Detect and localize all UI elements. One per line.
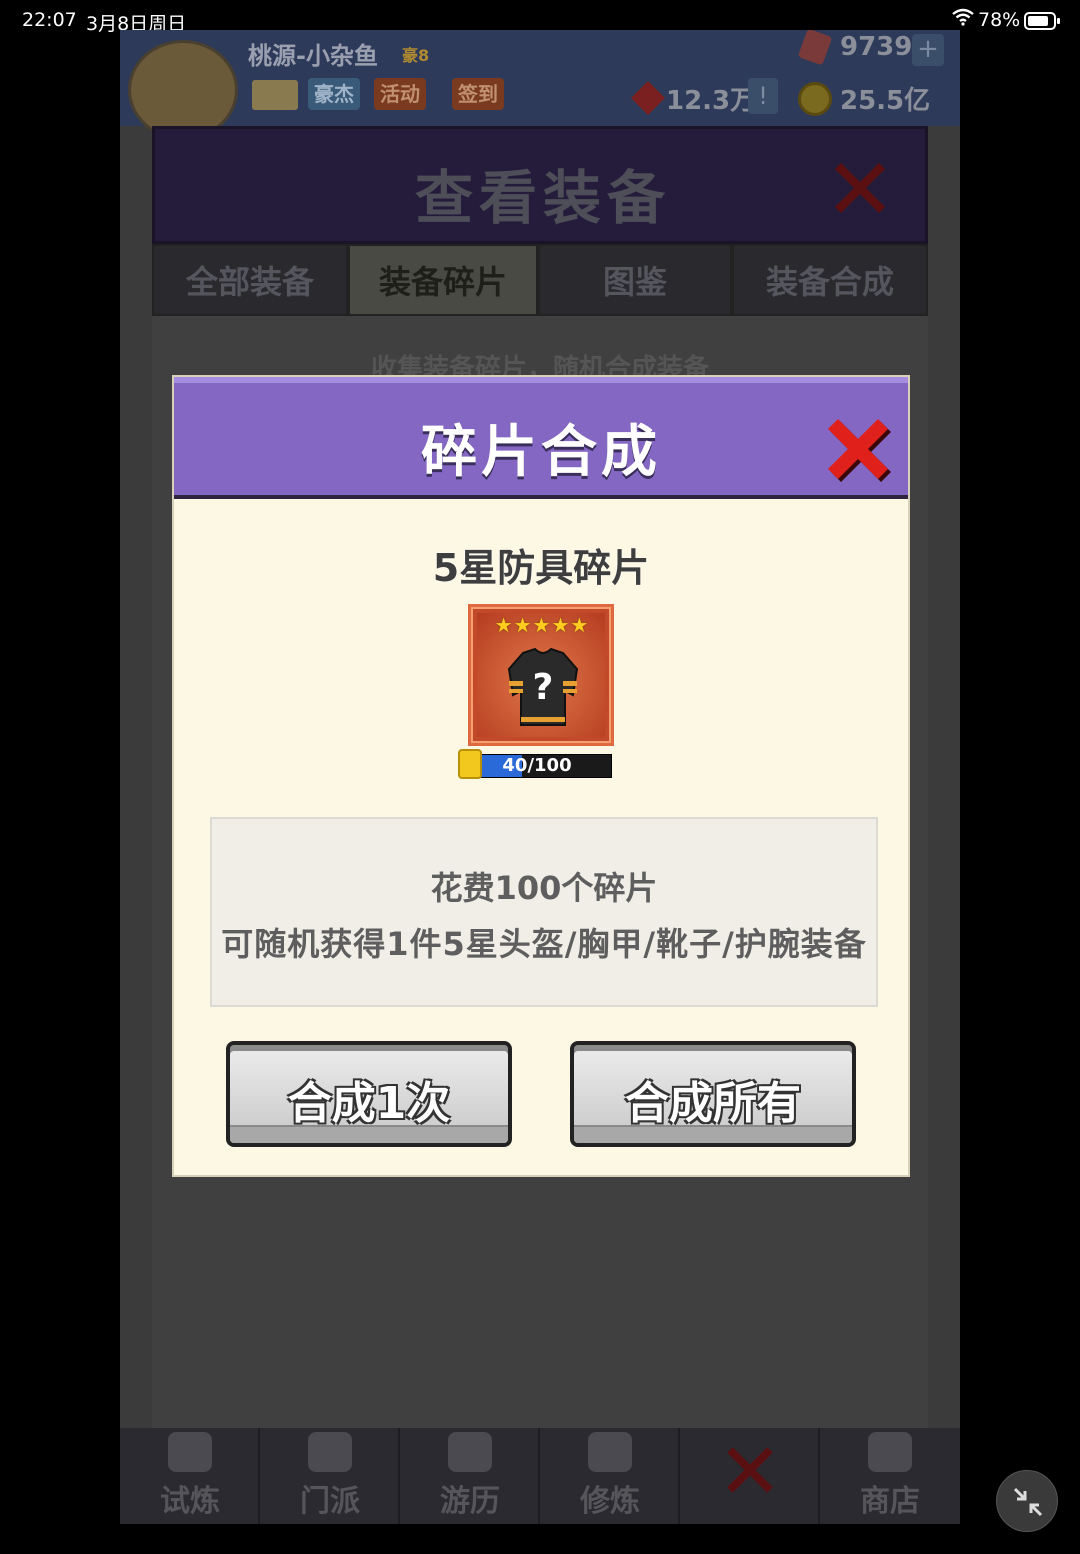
heroes-button[interactable]: 豪杰: [308, 78, 360, 110]
cost-text: 花费100个碎片: [430, 869, 658, 907]
nav-item-trial[interactable]: 试炼: [120, 1428, 260, 1524]
panel-close-icon[interactable]: [827, 155, 893, 221]
status-time: 22:07: [22, 9, 77, 31]
armor-fragment-card: ★★★★★ ?: [468, 604, 614, 746]
item-name: 5星防具碎片: [432, 546, 650, 590]
panel-tabs: 全部装备 装备碎片 图鉴 装备合成: [152, 244, 928, 316]
nav-label: 修炼: [580, 1484, 640, 1519]
synthesize-once-button[interactable]: 合成1次: [226, 1041, 512, 1147]
synthesize-all-label: 合成所有: [625, 1078, 801, 1129]
diamond-count: 12.3万: [666, 86, 757, 116]
minimize-window-button[interactable]: [996, 1470, 1058, 1532]
progress-text: 40/100: [502, 755, 572, 776]
synthesize-all-button[interactable]: 合成所有: [570, 1041, 856, 1147]
nav-item-sect[interactable]: 门派: [260, 1428, 400, 1524]
puzzle-piece-icon: [458, 749, 482, 779]
add-gems-button[interactable]: +: [912, 34, 944, 66]
nav-label: 门派: [300, 1484, 360, 1519]
nav-label: 试炼: [160, 1484, 220, 1519]
fragment-progress-bar: 40/100: [462, 754, 612, 778]
diamond-icon: [631, 81, 665, 115]
tab-all-equipment[interactable]: 全部装备: [152, 244, 348, 316]
tab-equipment-synthesis[interactable]: 装备合成: [732, 244, 928, 316]
reward-text: 可随机获得1件5星头盔/胸甲/靴子/护腕装备: [221, 925, 867, 963]
collapse-arrows-icon: [1013, 1487, 1043, 1517]
ninja-icon: [168, 1432, 212, 1472]
nav-item-close[interactable]: [680, 1428, 820, 1524]
mail-icon[interactable]: [252, 80, 298, 110]
nav-item-shop[interactable]: 商店: [820, 1428, 960, 1524]
player-name: 桃源-小杂鱼: [248, 42, 378, 70]
temple-icon: [308, 1432, 352, 1472]
player-avatar[interactable]: [128, 40, 238, 140]
close-icon: [727, 1447, 773, 1493]
checkin-button[interactable]: 签到: [452, 78, 504, 110]
panel-header: 查看装备: [152, 126, 928, 244]
nav-item-travel[interactable]: 游历: [400, 1428, 540, 1524]
nav-label: 游历: [440, 1484, 500, 1519]
shop-icon: [868, 1432, 912, 1472]
wifi-icon: [952, 8, 974, 31]
battery-percent: 78%: [978, 9, 1021, 31]
fragment-synthesis-dialog: 碎片合成 5星防具碎片 ★★★★★ ? 40/100 花费100个碎片 可随机获…: [172, 375, 910, 1177]
tab-equipment-fragments[interactable]: 装备碎片: [348, 244, 538, 316]
bottom-nav: 试炼 门派 游历 修炼 商店: [120, 1428, 960, 1524]
battery-icon: [1024, 12, 1060, 30]
armor-icon: ?: [507, 647, 579, 726]
vip-badge: 豪8: [402, 46, 430, 65]
gem-count: 9739: [840, 32, 913, 62]
scroll-icon: [588, 1432, 632, 1472]
player-header: 桃源-小杂鱼 豪8 豪杰 活动 签到 9739 + 12.3万 ! 25.5亿: [120, 30, 960, 140]
dialog-header: 碎片合成: [174, 377, 908, 499]
events-button[interactable]: 活动: [374, 78, 426, 110]
panel-title: 查看装备: [414, 164, 671, 232]
gem-icon: [797, 30, 833, 66]
coin-icon: [798, 82, 832, 116]
coin-count: 25.5亿: [840, 86, 931, 116]
star-rating-icon: ★★★★★: [494, 613, 590, 637]
synthesis-description: 花费100个碎片 可随机获得1件5星头盔/胸甲/靴子/护腕装备: [210, 817, 878, 1007]
mountain-icon: [448, 1432, 492, 1472]
dialog-title: 碎片合成: [421, 420, 661, 485]
question-mark-icon: ?: [533, 667, 554, 708]
synthesize-once-label: 合成1次: [287, 1078, 451, 1129]
nav-label: 商店: [860, 1484, 920, 1519]
dialog-close-icon[interactable]: [822, 413, 894, 485]
alert-button[interactable]: !: [748, 78, 778, 114]
tab-codex[interactable]: 图鉴: [538, 244, 732, 316]
nav-item-cultivate[interactable]: 修炼: [540, 1428, 680, 1524]
